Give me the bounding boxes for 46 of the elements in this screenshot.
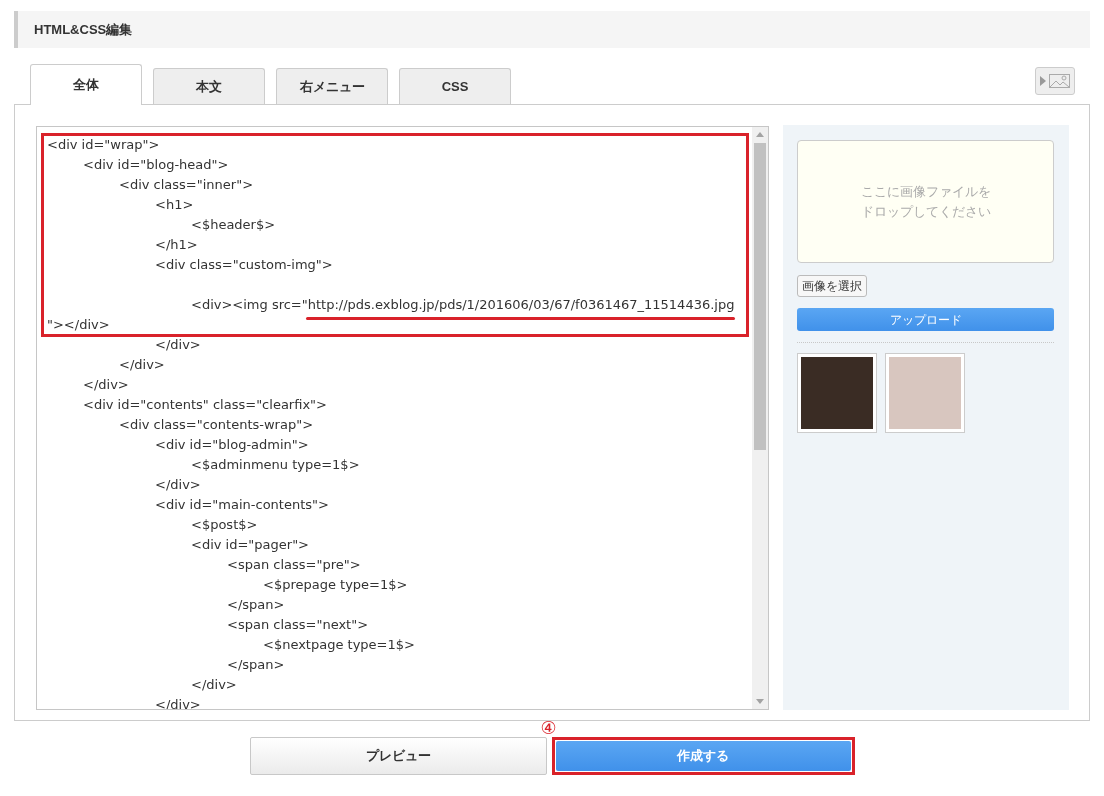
code-line: </div> [191,676,237,694]
code-line: <div class="contents-wrap"> [119,416,314,434]
tab[interactable]: 本文 [153,68,265,104]
tab[interactable]: CSS [399,68,511,104]
code-line: </div> [119,356,165,374]
step-number: ④ [540,719,557,737]
image-thumbnail[interactable] [885,353,965,433]
image-panel-toggle[interactable] [1035,67,1075,95]
section-title: HTML&CSS編集 [34,20,133,39]
preview-button[interactable]: プレビュー [249,737,547,775]
code-line: </div> [155,476,201,494]
scroll-up-icon[interactable] [756,132,764,137]
tab[interactable]: 全体 [30,64,142,105]
code-editor[interactable] [36,126,769,710]
image-thumbnail[interactable] [797,353,877,433]
code-line: <$post$> [191,516,258,534]
code-line: <span class="pre"> [227,556,361,574]
scrollbar[interactable] [752,127,768,709]
code-line: </span> [227,656,285,674]
code-line: </div> [83,376,129,394]
code-line: <div id="blog-head"> [83,156,229,174]
code-line: <$prepage type=1$> [263,576,408,594]
code-line: <h1> [155,196,194,214]
code-line: <div id="contents" class="clearfix"> [83,396,327,414]
code-line: <$nextpage type=1$> [263,636,415,654]
code-line: </div> [155,336,201,354]
code-line: <div id="pager"> [191,536,309,554]
code-line: </h1> [155,236,198,254]
code-line: </span> [227,596,285,614]
code-line: <div class="custom-img"> [155,256,333,274]
code-line: "></div> [47,316,110,334]
code-line: <div id="wrap"> [47,136,160,154]
photo-placeholder [889,357,961,429]
photo-placeholder [801,357,873,429]
tab[interactable]: 右メニュー [276,68,388,104]
select-image-button[interactable]: 画像を選択 [797,275,867,297]
code-line: <div id="main-contents"> [155,496,329,514]
scrollbar-thumb[interactable] [754,143,766,450]
code-line: <div class="inner"> [119,176,254,194]
code-line: <span class="next"> [227,616,369,634]
scroll-down-icon[interactable] [756,699,764,704]
code-line: <$adminmenu type=1$> [191,456,360,474]
code-line: <$header$> [191,216,276,234]
code-line: <div id="blog-admin"> [155,436,309,454]
code-line: <div><img src="http://pds.exblog.jp/pds/1/201606/03/67/f0361467_11514436.jpg [191,296,735,314]
image-icon [1040,73,1070,89]
